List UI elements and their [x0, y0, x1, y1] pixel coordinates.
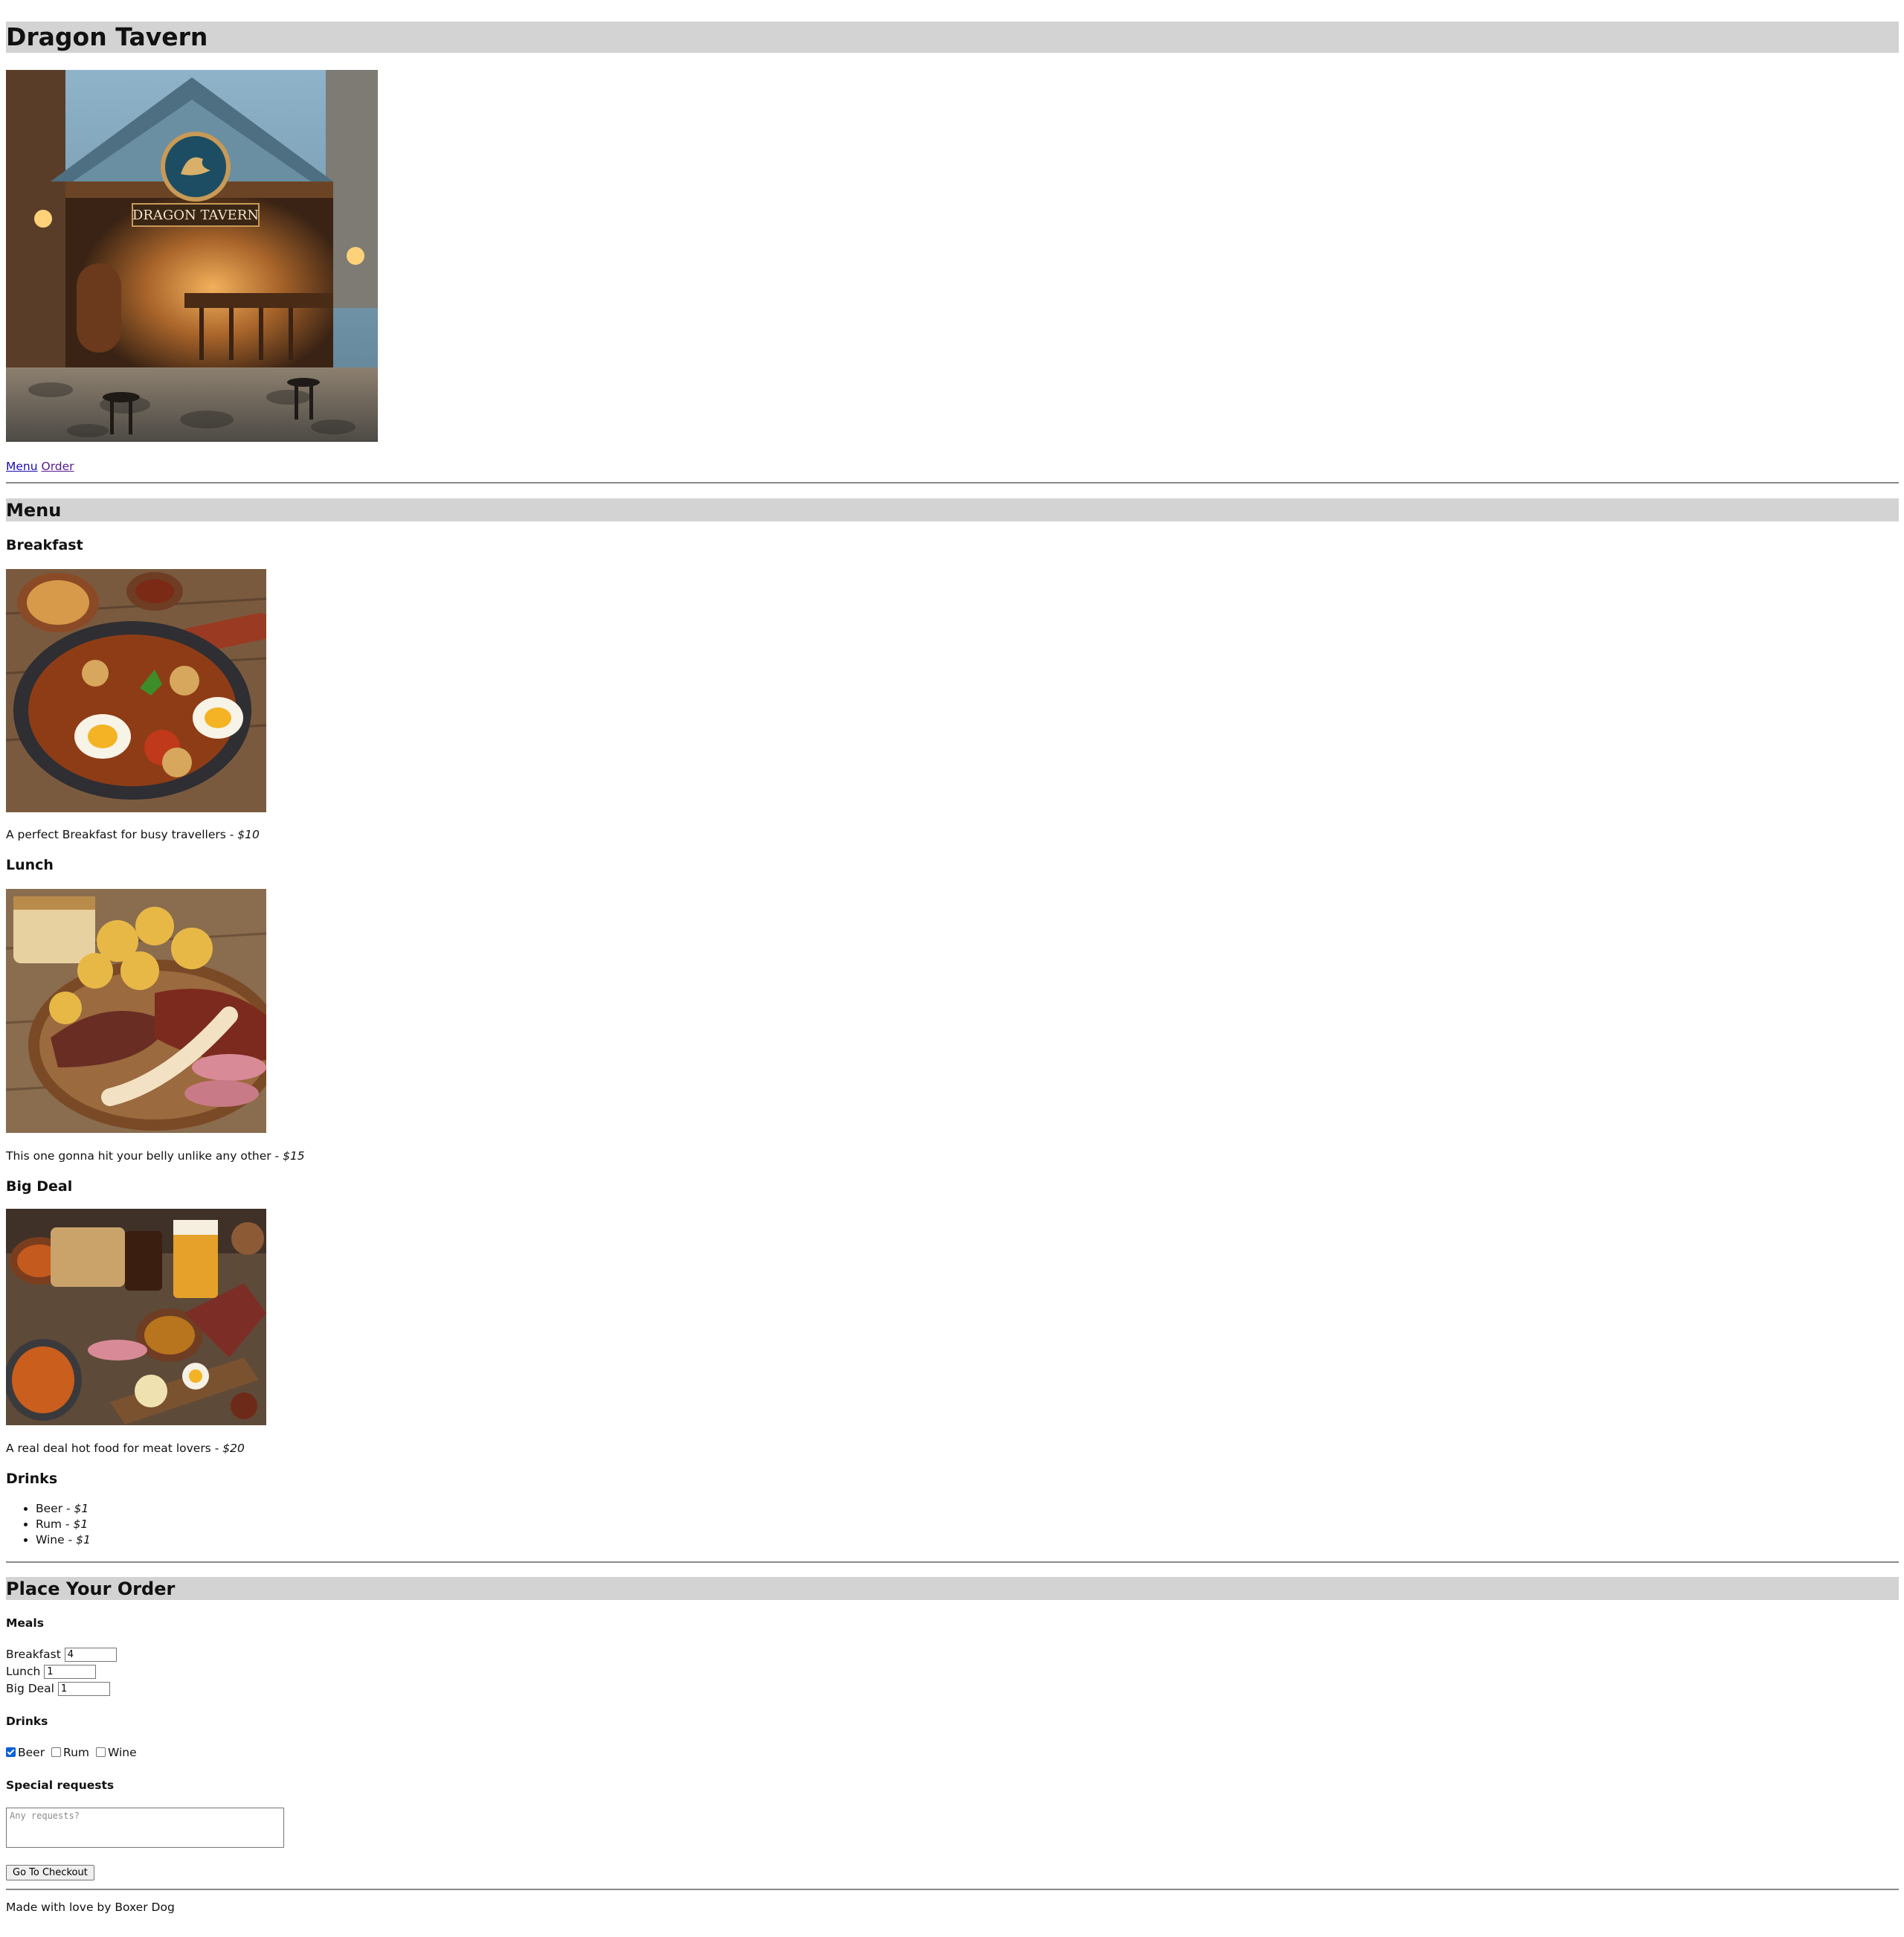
breakfast-heading: Breakfast — [6, 537, 83, 553]
big-deal-image — [6, 1209, 266, 1425]
divider — [6, 1561, 1899, 1563]
tavern-sign-text: DRAGON TAVERN — [132, 208, 259, 223]
big-deal-qty-input[interactable] — [57, 1682, 110, 1696]
wine-checkbox-label: Wine — [107, 1746, 137, 1759]
beer-checkbox-label: Beer — [18, 1746, 45, 1759]
breakfast-qty-row: Breakfast — [6, 1646, 117, 1663]
divider — [6, 482, 1899, 484]
order-drinks-heading: Drinks — [6, 1715, 48, 1728]
big-deal-heading: Big Deal — [6, 1178, 73, 1195]
big-deal-price: $20 — [222, 1442, 245, 1455]
beer-checkbox[interactable] — [6, 1747, 16, 1757]
meals-fields: Breakfast Lunch Big Deal — [6, 1646, 117, 1697]
lunch-description-line: This one gonna hit your belly unlike any… — [6, 1149, 305, 1163]
lunch-price: $15 — [283, 1149, 305, 1163]
drink-item-wine: Wine - $1 — [36, 1532, 91, 1548]
menu-heading: Menu — [6, 498, 1899, 521]
nav-link-menu[interactable]: Menu — [6, 460, 38, 473]
footer-text: Made with love by Boxer Dog — [6, 1901, 175, 1914]
drinks-heading: Drinks — [6, 1471, 58, 1487]
meals-heading: Meals — [6, 1616, 44, 1630]
drink-item-rum: Rum - $1 — [36, 1517, 91, 1532]
nav-link-order[interactable]: Order — [42, 460, 74, 473]
lunch-image — [6, 889, 266, 1133]
lunch-heading: Lunch — [6, 857, 54, 873]
checkout-wrap: Go To Checkout — [6, 1865, 94, 1880]
breakfast-price: $10 — [237, 828, 260, 841]
page-title: Dragon Tavern — [6, 22, 1899, 53]
drink-checkboxes: Beer Rum Wine — [3, 1746, 137, 1759]
big-deal-qty-label: Big Deal — [6, 1682, 54, 1695]
lunch-qty-row: Lunch — [6, 1663, 117, 1680]
big-deal-description-line: A real deal hot food for meat lovers - $… — [6, 1442, 245, 1455]
drinks-list-wrap: Beer - $1 Rum - $1 Wine - $1 — [6, 1501, 91, 1548]
divider — [6, 1889, 1899, 1890]
rum-checkbox-label: Rum — [63, 1746, 90, 1759]
special-requests-heading: Special requests — [6, 1779, 115, 1792]
breakfast-description: A perfect Breakfast for busy travellers … — [6, 828, 238, 841]
lunch-description: This one gonna hit your belly unlike any… — [6, 1149, 283, 1163]
big-deal-description: A real deal hot food for meat lovers - — [6, 1442, 223, 1455]
drink-item-beer: Beer - $1 — [36, 1501, 91, 1517]
wine-checkbox[interactable] — [95, 1747, 106, 1757]
top-nav: Menu Order — [6, 460, 74, 473]
breakfast-qty-label: Breakfast — [6, 1648, 61, 1661]
lunch-qty-input[interactable] — [44, 1665, 97, 1679]
special-requests-wrap — [6, 1808, 284, 1851]
breakfast-qty-input[interactable] — [64, 1648, 117, 1662]
lunch-qty-label: Lunch — [6, 1665, 41, 1678]
order-heading: Place Your Order — [6, 1577, 1899, 1600]
checkout-button[interactable]: Go To Checkout — [6, 1865, 94, 1880]
breakfast-description-line: A perfect Breakfast for busy travellers … — [6, 828, 260, 841]
drinks-list: Beer - $1 Rum - $1 Wine - $1 — [6, 1501, 91, 1548]
special-requests-textarea[interactable] — [6, 1808, 284, 1848]
big-deal-qty-row: Big Deal — [6, 1680, 117, 1697]
rum-checkbox[interactable] — [51, 1747, 62, 1757]
breakfast-image — [6, 569, 266, 812]
tavern-hero-image: DRAGON TAVERN — [6, 70, 378, 442]
